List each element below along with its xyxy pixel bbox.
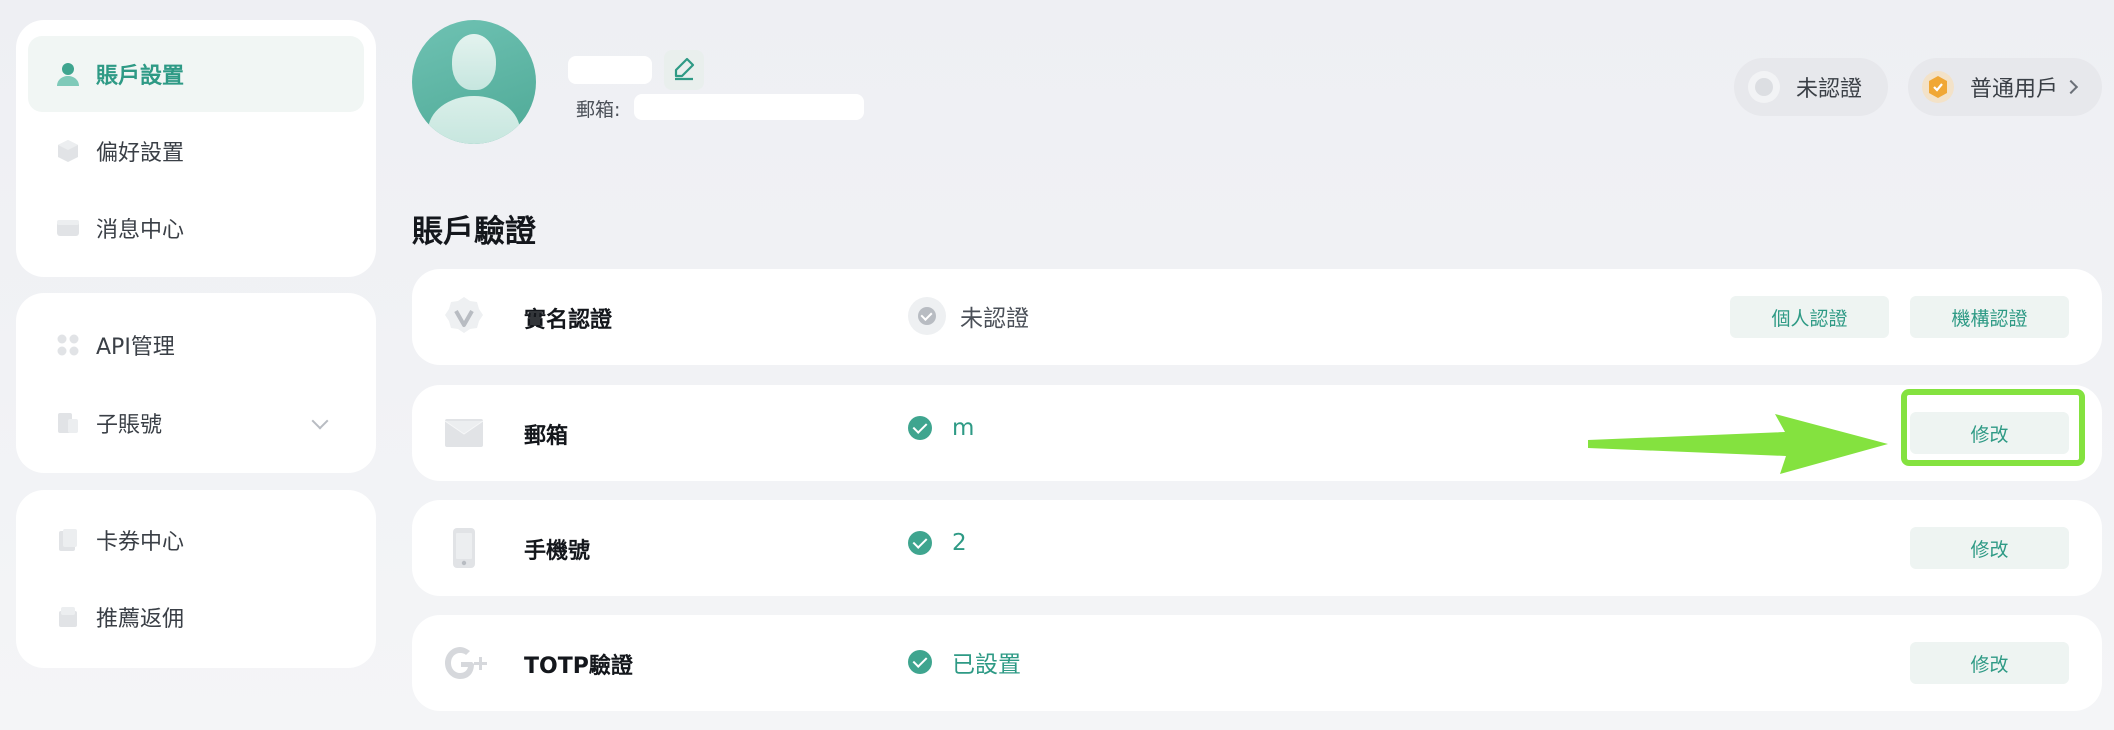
- check-circle-icon: [908, 531, 932, 555]
- verification-status-text: 未認證: [1796, 77, 1863, 102]
- row-label: TOTP驗證: [524, 654, 633, 679]
- row-status: 2: [908, 530, 967, 556]
- user-icon: [54, 60, 82, 88]
- verification-status-badge[interactable]: 未認證: [1734, 58, 1888, 116]
- row-label: 實名認證: [524, 308, 613, 333]
- phone-icon: [442, 526, 486, 570]
- sidebar-item-label: API管理: [96, 335, 175, 360]
- edit-name-button[interactable]: [664, 50, 704, 90]
- google-plus-icon: [442, 641, 487, 685]
- identity-badge-icon: [442, 295, 486, 339]
- sidebar-item-sub-account[interactable]: 子賬號: [28, 385, 364, 461]
- annotation-highlight-box: [1901, 389, 2085, 466]
- row-status: 已設置: [908, 645, 1021, 679]
- unverified-icon: [1748, 71, 1780, 103]
- sidebar-item-label: 偏好設置: [96, 141, 185, 166]
- chevron-down-icon[interactable]: [311, 412, 329, 430]
- personal-verification-button[interactable]: 個人認證: [1730, 296, 1889, 338]
- row-status-text: 已設置: [952, 652, 1021, 678]
- row-status-text: 2: [952, 530, 967, 556]
- sidebar-item-label: 推薦返佣: [96, 607, 185, 632]
- sub-account-icon: [54, 409, 82, 437]
- row-status: m: [908, 415, 974, 441]
- sidebar-item-api-management[interactable]: API管理: [28, 307, 364, 383]
- row-status-text: m: [952, 415, 975, 441]
- verification-row-totp: TOTP驗證 已設置 修改: [412, 615, 2102, 711]
- row-status-text: 未認證: [960, 306, 1029, 332]
- sidebar-item-label: 子賬號: [96, 413, 163, 438]
- verification-row-phone: 手機號 2 修改: [412, 500, 2102, 596]
- pencil-icon: [671, 55, 697, 85]
- modify-totp-button[interactable]: 修改: [1910, 642, 2069, 684]
- username-placeholder: [568, 56, 652, 84]
- row-label: 手機號: [524, 539, 591, 564]
- sidebar-item-message-center[interactable]: 消息中心: [28, 190, 364, 266]
- sidebar-item-preferences[interactable]: 偏好設置: [28, 113, 364, 189]
- coupon-icon: [54, 526, 82, 554]
- sidebar-item-label: 賬戶設置: [96, 64, 185, 89]
- sidebar-card-account: 賬戶設置 偏好設置 消息中心: [16, 20, 376, 277]
- unverified-icon: [908, 297, 946, 335]
- medal-icon: [1922, 71, 1954, 103]
- institution-verification-button[interactable]: 機構認證: [1910, 296, 2069, 338]
- email-value-placeholder: [634, 94, 864, 120]
- user-level-text: 普通用戶: [1970, 77, 2059, 102]
- avatar[interactable]: [412, 20, 536, 144]
- sidebar-item-account-settings[interactable]: 賬戶設置: [28, 36, 364, 112]
- check-circle-icon: [908, 650, 932, 674]
- cube-icon: [54, 137, 82, 165]
- section-title: 賬戶驗證: [412, 214, 536, 250]
- sidebar-item-coupon-center[interactable]: 卡券中心: [28, 502, 364, 578]
- user-level-badge[interactable]: 普通用戶: [1908, 58, 2102, 116]
- verification-row-identity: 實名認證 未認證 個人認證 機構認證: [412, 269, 2102, 365]
- envelope-icon: [442, 411, 486, 455]
- sidebar-card-api: API管理 子賬號: [16, 293, 376, 473]
- check-circle-icon: [908, 416, 932, 440]
- annotation-arrow-icon: [1588, 414, 1888, 474]
- sidebar-item-label: 卡券中心: [96, 530, 185, 555]
- row-label: 郵箱: [524, 424, 569, 449]
- sidebar-item-label: 消息中心: [96, 218, 185, 243]
- row-status: 未認證: [908, 297, 1029, 335]
- referral-icon: [54, 603, 82, 631]
- sidebar-card-rewards: 卡券中心 推薦返佣: [16, 490, 376, 668]
- sidebar-item-referral[interactable]: 推薦返佣: [28, 579, 364, 655]
- chevron-right-icon: [2063, 79, 2079, 95]
- message-icon: [54, 214, 82, 242]
- modify-phone-button[interactable]: 修改: [1910, 527, 2069, 569]
- email-label: 郵箱:: [576, 99, 621, 121]
- api-icon: [54, 331, 82, 359]
